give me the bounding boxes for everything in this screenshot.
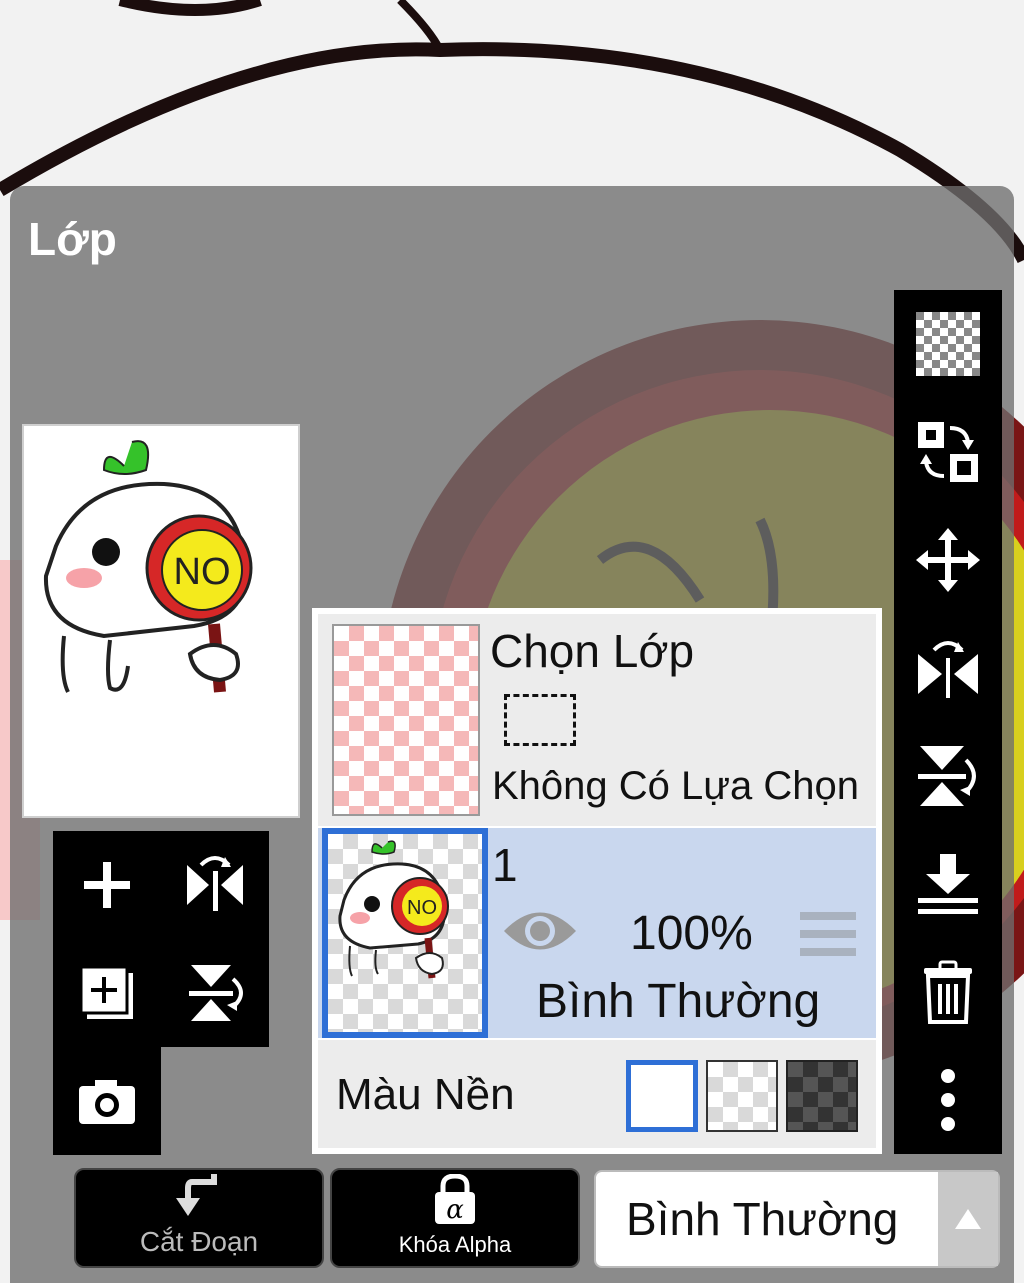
triangle-up-icon — [955, 1209, 981, 1229]
swap-layers-button[interactable] — [894, 398, 1002, 506]
camera-button[interactable] — [53, 1047, 161, 1155]
sticker-text: NO — [174, 551, 231, 593]
move-layer-button[interactable] — [894, 506, 1002, 614]
background-color-label: Màu Nền — [336, 1070, 515, 1119]
flip-layer-horizontal-button[interactable] — [161, 831, 269, 939]
clipping-label: Cắt Đoạn — [139, 1226, 259, 1257]
move-icon — [916, 528, 980, 592]
canvas-preview: NO — [22, 424, 300, 818]
more-options-button[interactable] — [894, 1046, 1002, 1154]
right-toolbar — [894, 290, 1002, 1154]
layer-thumbnail: NO — [322, 828, 488, 1038]
selection-layer-row[interactable]: Chọn Lớp Không Có Lựa Chọn — [318, 614, 876, 826]
more-vertical-icon — [941, 1069, 955, 1131]
merge-down-button[interactable] — [894, 830, 1002, 938]
flip-layer-vertical-button[interactable] — [161, 939, 269, 1047]
layer-opacity: 100% — [630, 907, 753, 960]
plus-icon — [84, 862, 130, 908]
eye-icon — [504, 912, 576, 950]
blend-mode-dropdown-arrow[interactable] — [938, 1172, 998, 1266]
layer-thumbnail-drawing: NO — [338, 840, 449, 979]
clipping-button[interactable]: Cắt Đoạn — [74, 1168, 324, 1268]
alpha-lock-label: Khóa Alpha — [398, 1232, 512, 1257]
selection-status: Không Có Lựa Chọn — [492, 764, 860, 808]
camera-icon — [79, 1080, 135, 1124]
add-layer-icon — [79, 965, 133, 1019]
background-color-row: Màu Nền — [318, 1040, 876, 1148]
panel-title: Lớp — [28, 213, 117, 265]
layer-tools — [53, 831, 269, 1155]
transparency-button[interactable] — [894, 290, 1002, 398]
layer-name: 1 — [492, 839, 518, 891]
flip-vertical-button[interactable] — [894, 722, 1002, 830]
trash-icon — [924, 960, 972, 1024]
clipping-arrow-icon — [176, 1174, 217, 1216]
background-transparent-option[interactable] — [706, 1060, 778, 1132]
blend-mode-value: Bình Thường — [626, 1193, 899, 1245]
background-dark-option[interactable] — [786, 1060, 858, 1132]
thumbnail-sticker-text: NO — [407, 897, 437, 919]
blend-mode-select[interactable]: Bình Thường — [594, 1170, 1000, 1268]
flip-horizontal-icon — [918, 641, 978, 698]
flip-horizontal-button[interactable] — [894, 614, 1002, 722]
add-layer-button[interactable] — [53, 831, 161, 939]
alpha-lock-button[interactable]: α Khóa Alpha — [330, 1168, 580, 1268]
background-white-option[interactable] — [626, 1060, 698, 1132]
flip-horizontal-icon — [187, 856, 243, 911]
layer-row[interactable]: NO 1 100% Bình Thường — [318, 828, 876, 1038]
sticker-drawing: NO — [43, 440, 253, 693]
selection-marquee-icon — [504, 694, 576, 746]
transparency-icon — [916, 312, 980, 376]
selection-layer-thumbnail — [332, 624, 480, 816]
layer-blend-mode: Bình Thường — [536, 975, 821, 1028]
drag-handle-icon — [800, 912, 856, 956]
lock-icon: α — [435, 1174, 475, 1225]
layer-visibility-toggle[interactable] — [502, 906, 578, 961]
layer-drag-handle[interactable] — [800, 910, 856, 963]
add-layer-copy-button[interactable] — [53, 939, 161, 1047]
flip-vertical-icon — [189, 965, 243, 1021]
swap-layers-icon — [918, 422, 978, 482]
delete-layer-button[interactable] — [894, 938, 1002, 1046]
selection-layer-title: Chọn Lớp — [490, 625, 695, 677]
svg-text:α: α — [446, 1195, 464, 1225]
merge-down-icon — [918, 854, 978, 914]
flip-vertical-icon — [918, 746, 976, 806]
